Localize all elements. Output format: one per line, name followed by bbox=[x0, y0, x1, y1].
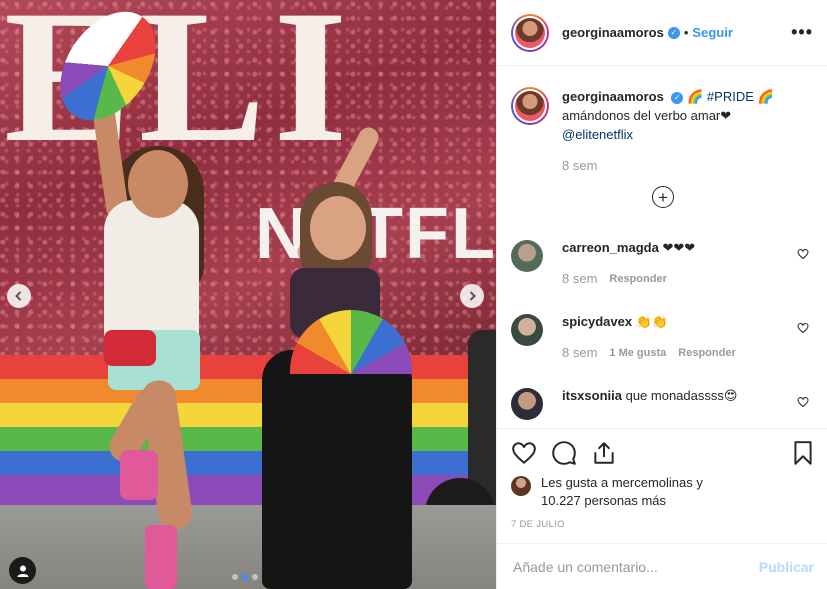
post-header: georginaamoros ✓ • Seguir ••• bbox=[497, 0, 827, 66]
avatar-image bbox=[515, 91, 545, 121]
share-icon[interactable] bbox=[591, 440, 617, 466]
comment-item: spicydavex 👏👏 8 sem 1 Me gusta Responder bbox=[511, 314, 817, 360]
person-left-head bbox=[128, 150, 188, 218]
caption-username[interactable]: georginaamoros bbox=[562, 89, 664, 104]
author-username[interactable]: georginaamoros bbox=[562, 25, 664, 40]
avatar-frame bbox=[513, 89, 547, 123]
publish-button[interactable]: Publicar bbox=[759, 559, 814, 575]
verified-badge-icon: ✓ bbox=[667, 26, 680, 39]
carousel-dots bbox=[232, 574, 258, 580]
carousel-dot-active bbox=[242, 574, 248, 580]
caption-emoji: 🌈 bbox=[687, 89, 704, 104]
comment-likes-count[interactable]: 1 Me gusta bbox=[609, 347, 666, 359]
caption-line: amándonos del verbo amar❤ bbox=[562, 108, 732, 123]
person-right-head bbox=[310, 196, 366, 260]
comment-text: que monadassss😍 bbox=[625, 388, 738, 403]
follow-button[interactable]: Seguir bbox=[692, 25, 732, 40]
reply-button[interactable]: Responder bbox=[609, 273, 666, 285]
avatar-image bbox=[515, 17, 545, 48]
post-photo[interactable]: ELI NETFL bbox=[0, 0, 496, 589]
comment-item: itsxsoniia que monadassss😍 bbox=[511, 388, 817, 420]
comment-timestamp[interactable]: 8 sem bbox=[562, 271, 597, 286]
comment-body: itsxsoniia que monadassss😍 bbox=[562, 388, 792, 420]
avatar[interactable] bbox=[511, 476, 531, 496]
comment-username[interactable]: itsxsoniia bbox=[562, 388, 622, 403]
backdrop-letters: ELI bbox=[4, 0, 356, 182]
person-right-pants bbox=[262, 350, 412, 589]
comment-text: 👏👏 bbox=[635, 314, 669, 329]
pink-boot bbox=[120, 450, 158, 500]
avatar[interactable] bbox=[511, 314, 543, 346]
comment-timestamp[interactable]: 8 sem bbox=[562, 345, 597, 360]
likes-text[interactable]: Les gusta a mercemolinas y 10.227 person… bbox=[541, 474, 703, 510]
user-tag-icon[interactable] bbox=[9, 557, 36, 584]
pink-boot bbox=[145, 525, 177, 589]
comment-line: itsxsoniia que monadassss😍 bbox=[562, 388, 792, 404]
avatar-frame bbox=[513, 15, 547, 50]
comment-body: spicydavex 👏👏 8 sem 1 Me gusta Responder bbox=[562, 314, 792, 360]
more-options-icon[interactable]: ••• bbox=[791, 22, 813, 43]
red-bag bbox=[104, 330, 156, 366]
heart-icon[interactable] bbox=[797, 248, 809, 260]
avatar[interactable] bbox=[511, 240, 543, 272]
chevron-right-icon[interactable] bbox=[460, 284, 484, 308]
plus-circle-icon[interactable]: + bbox=[652, 186, 674, 208]
add-comment-bar: Publicar bbox=[497, 543, 827, 589]
heart-icon[interactable] bbox=[797, 396, 809, 408]
comment-input[interactable] bbox=[513, 558, 759, 575]
caption-timestamp[interactable]: 8 sem bbox=[562, 156, 792, 175]
likes-count[interactable]: 10.227 personas más bbox=[541, 492, 703, 510]
comment-line: carreon_magda ❤❤❤ bbox=[562, 240, 792, 256]
caption: georginaamoros ✓ 🌈 #PRIDE 🌈 amándonos de… bbox=[497, 67, 827, 175]
comment-item: carreon_magda ❤❤❤ 8 sem Responder bbox=[511, 240, 817, 286]
comment-meta: 8 sem 1 Me gusta Responder bbox=[562, 345, 792, 360]
post-sidebar: georginaamoros ✓ • Seguir ••• georginaam… bbox=[496, 0, 827, 589]
rainbow-stripes bbox=[0, 355, 496, 505]
caption-emoji: 🌈 bbox=[757, 89, 774, 104]
comment-icon[interactable] bbox=[551, 440, 577, 466]
post-date[interactable]: 7 DE JULIO bbox=[511, 519, 565, 530]
comments-list[interactable]: georginaamoros ✓ 🌈 #PRIDE 🌈 amándonos de… bbox=[497, 67, 827, 429]
avatar[interactable] bbox=[511, 87, 549, 125]
carousel-dot bbox=[232, 574, 238, 580]
action-bar bbox=[511, 438, 816, 468]
comment-username[interactable]: spicydavex bbox=[562, 314, 632, 329]
bookmark-icon[interactable] bbox=[790, 440, 816, 466]
backdrop-brand-text: NETFL bbox=[255, 194, 496, 274]
comment-text: ❤❤❤ bbox=[662, 240, 696, 255]
avatar[interactable] bbox=[511, 13, 549, 52]
caption-text: georginaamoros ✓ 🌈 #PRIDE 🌈 amándonos de… bbox=[562, 87, 792, 175]
comment-username[interactable]: carreon_magda bbox=[562, 240, 659, 255]
heart-icon[interactable] bbox=[511, 440, 537, 466]
likes-summary: Les gusta a mercemolinas y 10.227 person… bbox=[511, 474, 811, 510]
likes-line: Les gusta a mercemolinas y bbox=[541, 475, 703, 490]
reply-button[interactable]: Responder bbox=[678, 347, 735, 359]
heart-icon[interactable] bbox=[797, 322, 809, 334]
comment-body: carreon_magda ❤❤❤ 8 sem Responder bbox=[562, 240, 792, 286]
verified-badge-icon: ✓ bbox=[671, 91, 684, 104]
chevron-left-icon[interactable] bbox=[7, 284, 31, 308]
comment-meta: 8 sem Responder bbox=[562, 271, 792, 286]
comment-line: spicydavex 👏👏 bbox=[562, 314, 792, 330]
mention-link[interactable]: @elitenetflix bbox=[562, 127, 633, 142]
separator-dot: • bbox=[683, 25, 689, 40]
avatar[interactable] bbox=[511, 388, 543, 420]
hashtag-link[interactable]: #PRIDE bbox=[707, 89, 754, 104]
carousel-dot bbox=[252, 574, 258, 580]
